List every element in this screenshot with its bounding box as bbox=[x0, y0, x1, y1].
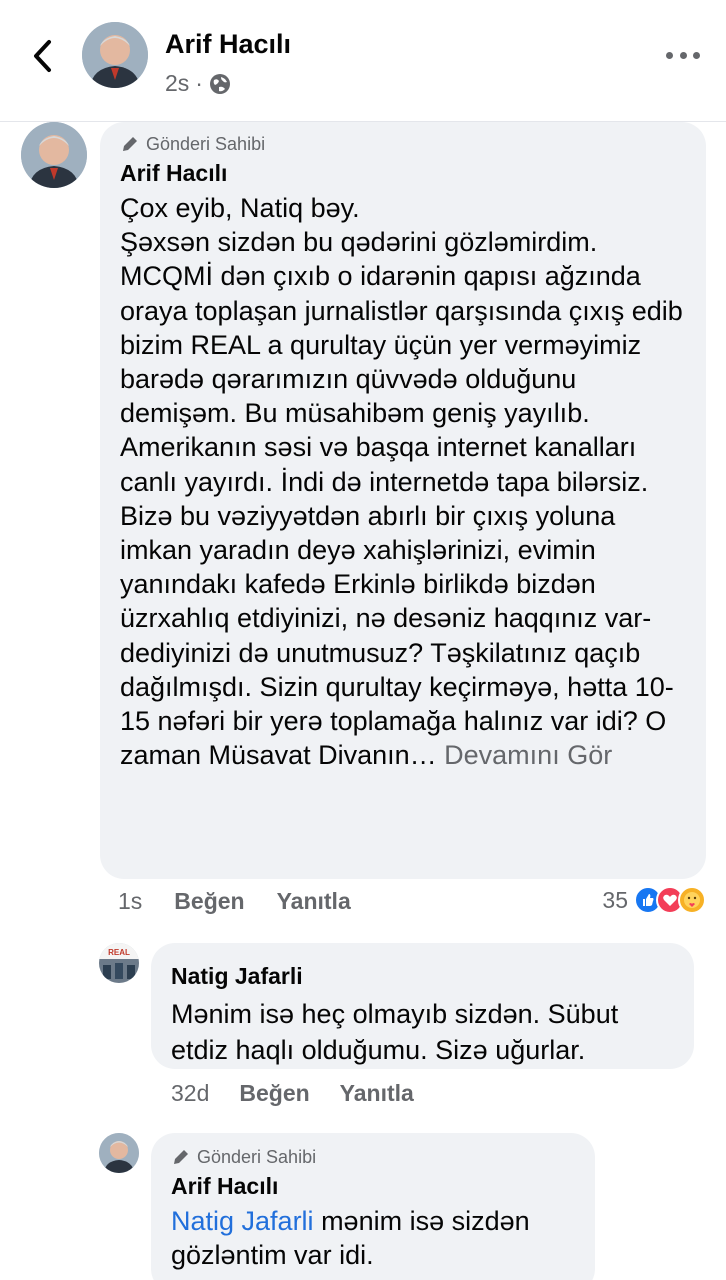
pencil-icon bbox=[174, 1150, 188, 1164]
reply-button[interactable]: Yanıtla bbox=[340, 1080, 414, 1107]
comment-author[interactable]: Arif Hacılı bbox=[120, 160, 684, 187]
reply-text: Mənim isə heç olmayıb sizdən. Sübut etdi… bbox=[171, 999, 619, 1065]
reply-time: 32d bbox=[171, 1080, 210, 1106]
reply-avatar[interactable] bbox=[99, 1133, 139, 1173]
avatar-logo-text: REAL bbox=[108, 948, 130, 957]
reply-avatar[interactable]: REAL bbox=[99, 943, 139, 983]
more-options-button[interactable] bbox=[666, 40, 700, 70]
author-badge: Gönderi Sahibi bbox=[171, 1145, 575, 1169]
more-dots-icon bbox=[666, 51, 673, 59]
reply-bubble: Natig Jafarli Mənim isə heç olmayıb sizd… bbox=[151, 943, 694, 1069]
reaction-count: 35 bbox=[602, 886, 628, 913]
reply-author[interactable]: Natig Jafarli bbox=[171, 963, 674, 990]
care-icon bbox=[678, 886, 706, 914]
comment-actions: 1s Beğen Yanıtla bbox=[118, 888, 383, 915]
reply-bubble: Gönderi Sahibi Arif Hacılı Natig Jafarli… bbox=[151, 1133, 595, 1280]
reply-button[interactable]: Yanıtla bbox=[277, 888, 351, 915]
comment-bubble: Gönderi Sahibi Arif Hacılı Çox eyib, Nat… bbox=[100, 122, 706, 879]
post-header: Arif Hacılı 2s · bbox=[0, 0, 726, 122]
reply-author[interactable]: Arif Hacılı bbox=[171, 1173, 575, 1200]
post-time: 2s bbox=[165, 70, 190, 96]
reaction-summary[interactable]: 35 bbox=[602, 886, 706, 914]
pencil-icon bbox=[123, 137, 137, 151]
reply-text: Natig Jafarli mənim isə sizdən gözləntim… bbox=[171, 1206, 530, 1271]
globe-icon bbox=[209, 73, 230, 94]
post-meta: 2s · bbox=[165, 70, 231, 97]
author-avatar[interactable] bbox=[82, 22, 148, 88]
mention-link[interactable]: Natig Jafarli bbox=[171, 1206, 314, 1236]
page-title[interactable]: Arif Hacılı bbox=[165, 29, 291, 60]
like-button[interactable]: Beğen bbox=[239, 1080, 309, 1107]
comment-time: 1s bbox=[118, 888, 143, 914]
chevron-left-icon bbox=[34, 40, 51, 72]
back-button[interactable] bbox=[22, 34, 62, 78]
reply-actions: 32d Beğen Yanıtla bbox=[171, 1080, 444, 1107]
comment-avatar[interactable] bbox=[21, 122, 87, 188]
see-more-link[interactable]: Devamını Gör bbox=[444, 740, 612, 770]
like-button[interactable]: Beğen bbox=[174, 888, 244, 915]
author-badge: Gönderi Sahibi bbox=[120, 132, 684, 156]
comment-text: Çox eyib, Natiq bəy. Şəxsən sizdən bu qə… bbox=[120, 193, 683, 771]
